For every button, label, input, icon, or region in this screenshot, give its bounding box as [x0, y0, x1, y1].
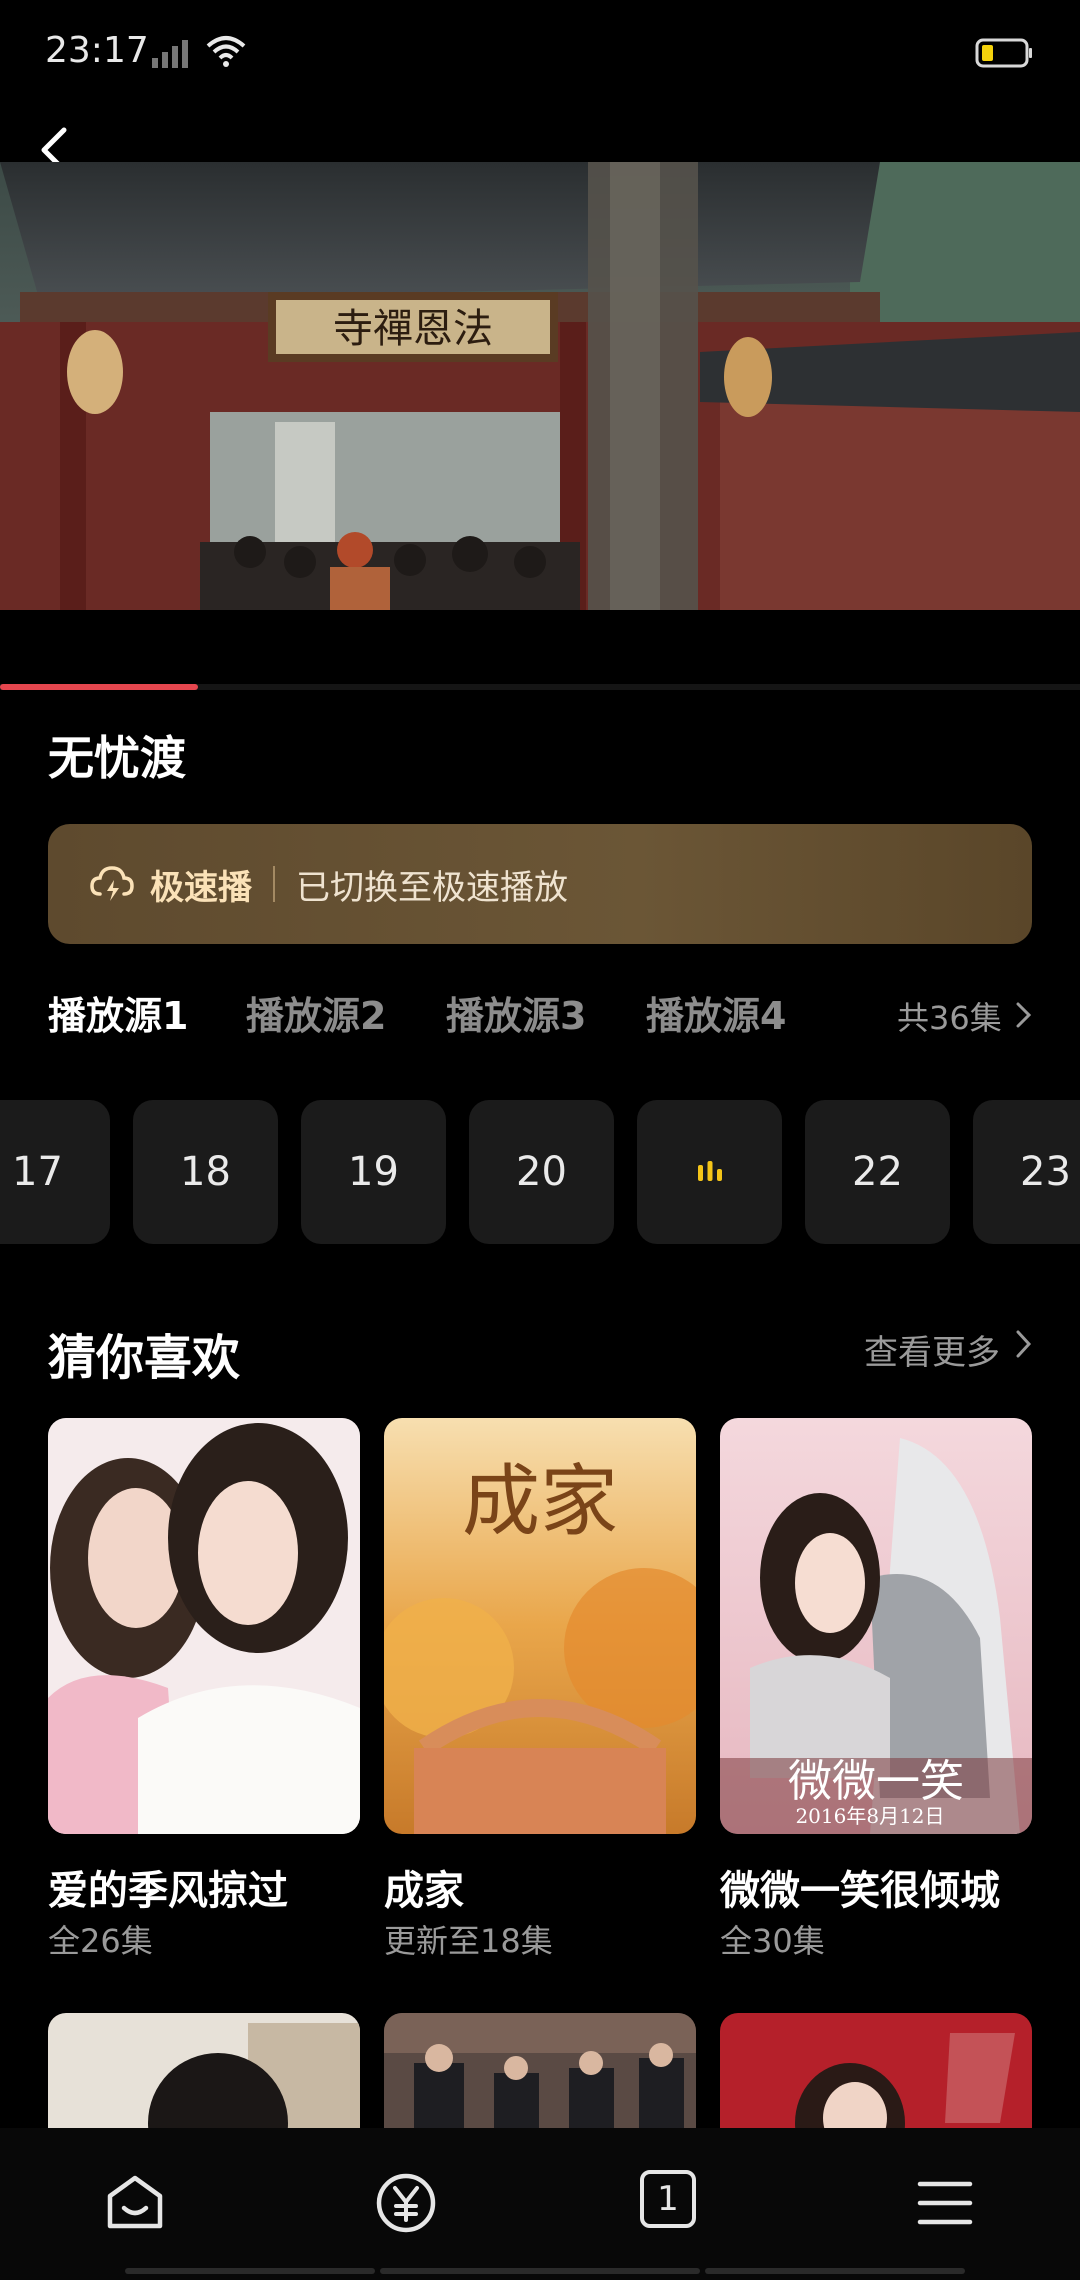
poster-image: [48, 1418, 360, 1834]
card-episodes: 全30集: [720, 1922, 825, 1960]
episode-number: 19: [348, 1149, 399, 1195]
episode-number: 23: [1020, 1149, 1071, 1195]
episode-item[interactable]: 23: [973, 1100, 1080, 1244]
cloud-lightning-icon: [90, 866, 134, 901]
playback-progress-fill: [0, 684, 198, 690]
card-title: 爱的季风掠过: [48, 1868, 288, 1914]
poster-text: 微微一笑: [788, 1756, 964, 1807]
fast-play-label: 极速播: [150, 868, 252, 908]
card-title: 成家: [384, 1868, 464, 1914]
bottom-navigation: 1: [0, 2128, 1080, 2280]
recommend-card[interactable]: [48, 2013, 360, 2128]
episode-item[interactable]: 19: [301, 1100, 446, 1244]
episode-number: 18: [180, 1149, 231, 1195]
tab-source-3[interactable]: 播放源3: [446, 985, 586, 1040]
chevron-right-icon[interactable]: [1012, 1328, 1034, 1360]
gesture-bar: [380, 2268, 700, 2274]
video-frame: 寺禪恩法: [0, 162, 1080, 610]
tab-count-icon[interactable]: 1: [640, 2170, 696, 2228]
status-bar: 23:17: [0, 0, 1080, 110]
fast-play-banner[interactable]: 极速播 已切换至极速播放: [48, 824, 1032, 944]
fast-play-status: 已切换至极速播放: [296, 868, 568, 908]
episode-total[interactable]: 共36集: [897, 993, 1002, 1039]
playing-indicator-icon: [697, 1161, 722, 1181]
episode-item-playing[interactable]: [637, 1100, 782, 1244]
tab-count: 1: [657, 2179, 679, 2219]
gesture-bar: [125, 2268, 375, 2274]
video-player[interactable]: 寺禪恩法: [0, 162, 1080, 610]
recommend-title: 猜你喜欢: [48, 1330, 241, 1386]
recommend-card[interactable]: [720, 2013, 1032, 2128]
episode-item[interactable]: 22: [805, 1100, 950, 1244]
svg-text:寺禪恩法: 寺禪恩法: [333, 306, 493, 352]
poster-image: 成家: [384, 1418, 696, 1834]
episode-number: 22: [852, 1149, 903, 1195]
playback-progress[interactable]: [0, 684, 1080, 690]
signal-icon: [152, 40, 188, 68]
episode-number: 17: [12, 1149, 63, 1195]
poster-image: 微微一笑 2016年8月12日: [720, 1418, 1032, 1834]
yuan-icon[interactable]: [373, 2170, 439, 2236]
episode-item[interactable]: 20: [469, 1100, 614, 1244]
card-title: 微微一笑很倾城: [720, 1868, 1000, 1914]
poster-image: [48, 2013, 360, 2128]
episode-number: 20: [516, 1149, 567, 1195]
gesture-bar: [705, 2268, 965, 2274]
tab-source-2[interactable]: 播放源2: [246, 985, 386, 1040]
home-icon[interactable]: [102, 2170, 168, 2236]
poster-date: 2016年8月12日: [795, 1804, 944, 1828]
show-title: 无忧渡: [48, 731, 186, 785]
see-more-link[interactable]: 查看更多: [864, 1325, 1000, 1374]
poster-image: [384, 2013, 696, 2128]
tab-source-4[interactable]: 播放源4: [646, 985, 786, 1040]
chevron-right-icon[interactable]: [1012, 1000, 1034, 1030]
recommend-card[interactable]: [384, 2013, 696, 2128]
wifi-icon: [206, 36, 246, 67]
status-time: 23:17: [45, 30, 149, 71]
card-episodes: 更新至18集: [384, 1922, 553, 1960]
episode-item[interactable]: 17: [0, 1100, 110, 1244]
banner-divider: [273, 866, 275, 902]
poster-text: 成家: [462, 1457, 618, 1547]
battery-icon: [975, 38, 1032, 68]
tab-source-1[interactable]: 播放源1: [48, 985, 188, 1040]
poster-image: [720, 2013, 1032, 2128]
episode-item[interactable]: 18: [133, 1100, 278, 1244]
menu-icon[interactable]: [912, 2170, 978, 2236]
episode-list: 17 18 19 20 22 23: [0, 1100, 1080, 1246]
card-episodes: 全26集: [48, 1922, 153, 1960]
